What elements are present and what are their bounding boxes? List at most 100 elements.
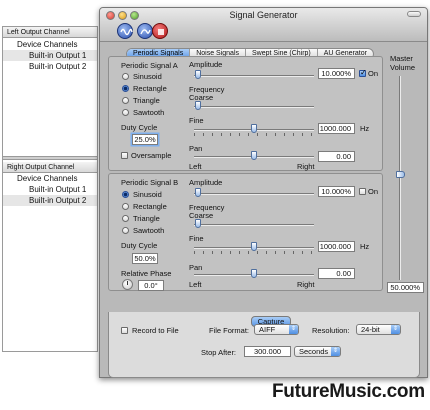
resolution-value: 24-bit <box>361 325 380 334</box>
signal-b-on-checkbox[interactable] <box>359 188 366 195</box>
signal-b-left-label: Left <box>189 280 202 289</box>
panel-splitter[interactable] <box>3 156 97 160</box>
popup-arrows-icon: ⇕ <box>331 347 340 356</box>
popup-arrows-icon: ⇕ <box>391 325 400 334</box>
signal-a-rectangle-label: Rectangle <box>133 84 167 93</box>
title-bar: Signal Generator <box>100 8 427 42</box>
stop-icon[interactable] <box>152 23 168 39</box>
stop-after-unit-value: Seconds <box>299 347 329 356</box>
signal-b-pan-label: Pan <box>189 263 203 272</box>
signal-b-sawtooth-label: Sawtooth <box>133 226 165 235</box>
signal-b-triangle-radio[interactable] <box>122 215 129 222</box>
periodic-signal-a-panel: Periodic Signal A Sinusoid Rectangle Tri… <box>108 56 383 171</box>
signal-a-triangle-label: Triangle <box>133 96 160 105</box>
left-output-channel-title: Left Output Channel <box>3 27 97 38</box>
signal-b-coarse-slider[interactable] <box>194 224 314 226</box>
periodic-signal-b-panel: Periodic Signal B Sinusoid Rectangle Tri… <box>108 173 383 291</box>
signal-a-amplitude-slider[interactable] <box>194 75 314 77</box>
master-volume-field[interactable]: 50.000% <box>387 282 424 293</box>
signal-a-amplitude-field[interactable]: 10.000% <box>318 68 355 79</box>
signal-b-rectangle-radio[interactable] <box>122 203 129 210</box>
signal-b-sawtooth-radio[interactable] <box>122 227 129 234</box>
right-output-channel-title: Right Output Channel <box>3 162 97 173</box>
file-format-value: AIFF <box>259 325 276 334</box>
signal-a-fine-ticks <box>194 133 314 136</box>
signal-b-frequency-field[interactable]: 1000.000 <box>318 241 355 252</box>
signal-a-sinusoid-radio[interactable] <box>122 73 129 80</box>
file-format-popup[interactable]: AIFF ⇕ <box>254 324 299 335</box>
signal-b-coarse-label: Coarse <box>189 211 214 220</box>
signal-a-sawtooth-label: Sawtooth <box>133 108 165 117</box>
signal-a-fine-label: Fine <box>189 116 204 125</box>
stop-after-label: Stop After: <box>201 348 237 357</box>
signal-b-amplitude-label: Amplitude <box>189 178 223 187</box>
signal-b-pan-thumb[interactable] <box>251 269 257 278</box>
signal-a-coarse-thumb[interactable] <box>195 101 201 110</box>
device-channels-header: Device Channels <box>17 174 78 183</box>
signal-a-hz-label: Hz <box>360 124 370 133</box>
oversample-checkbox[interactable] <box>121 152 128 159</box>
signal-a-sawtooth-radio[interactable] <box>122 109 129 116</box>
stop-after-unit-popup[interactable]: Seconds ⇕ <box>294 346 341 357</box>
futuremusic-watermark: FutureMusic.com <box>272 381 425 402</box>
relative-phase-label: Relative Phase <box>121 269 172 278</box>
master-label: Master <box>390 54 413 63</box>
signal-a-frequency-field[interactable]: 1000.000 <box>318 123 355 134</box>
signal-b-title: Periodic Signal B <box>121 178 179 187</box>
signal-a-on-label: On <box>368 69 379 78</box>
master-volume-slider[interactable] <box>399 76 401 280</box>
signal-b-triangle-label: Triangle <box>133 214 160 223</box>
signal-b-sinusoid-radio[interactable] <box>122 191 129 198</box>
oversample-label: Oversample <box>131 151 172 160</box>
signal-b-amplitude-field[interactable]: 10.000% <box>318 186 355 197</box>
signal-a-duty-cycle-label: Duty Cycle <box>121 123 158 132</box>
signal-b-fine-ticks <box>194 251 314 254</box>
signal-a-right-label: Right <box>297 162 315 171</box>
relative-phase-field[interactable]: 0.0° <box>138 280 164 291</box>
signal-b-rectangle-label: Rectangle <box>133 202 167 211</box>
signal-a-pan-field[interactable]: 0.00 <box>318 151 355 162</box>
signal-b-amplitude-slider[interactable] <box>194 193 314 195</box>
master-volume-thumb[interactable] <box>396 171 405 178</box>
left-channel-list: Device Channels Built-in Output 1 Built-… <box>3 39 97 72</box>
signal-a-title: Periodic Signal A <box>121 61 178 70</box>
signal-a-left-label: Left <box>189 162 202 171</box>
signal-a-on-checkbox[interactable] <box>359 68 367 77</box>
signal-a-rectangle-radio[interactable] <box>122 85 129 92</box>
signal-a-fine-thumb[interactable] <box>251 124 257 133</box>
relative-phase-knob[interactable] <box>122 279 133 290</box>
signal-a-pan-thumb[interactable] <box>251 151 257 160</box>
signal-b-coarse-thumb[interactable] <box>195 219 201 228</box>
output-channels-window: Left Output Channel Device Channels Buil… <box>2 26 98 352</box>
signal-b-on-label: On <box>368 187 379 196</box>
signal-a-triangle-radio[interactable] <box>122 97 129 104</box>
record-to-file-label: Record to File <box>132 326 179 335</box>
right-channel-item-output-2[interactable]: Built-in Output 2 <box>3 195 97 206</box>
signal-a-coarse-label: Coarse <box>189 93 214 102</box>
signal-a-coarse-slider[interactable] <box>194 106 314 108</box>
periodic-signal-icon[interactable] <box>117 23 133 39</box>
toolbar-toggle-button[interactable] <box>407 11 421 17</box>
signal-a-duty-cycle-field[interactable]: 25.0% <box>132 134 158 145</box>
signal-a-amplitude-label: Amplitude <box>189 60 223 69</box>
signal-b-amplitude-thumb[interactable] <box>195 188 201 197</box>
right-channel-item-output-1[interactable]: Built-in Output 1 <box>3 184 97 195</box>
left-channel-item-output-2[interactable]: Built-in Output 2 <box>3 61 97 72</box>
signal-b-right-label: Right <box>297 280 315 289</box>
capture-drawer: Capture Record to File File Format: AIFF… <box>108 312 420 378</box>
signal-a-sinusoid-label: Sinusoid <box>133 72 162 81</box>
signal-b-fine-thumb[interactable] <box>251 242 257 251</box>
left-channel-item-output-1[interactable]: Built-in Output 1 <box>3 50 97 61</box>
signal-b-fine-label: Fine <box>189 234 204 243</box>
signal-b-hz-label: Hz <box>360 242 370 251</box>
signal-b-duty-cycle-label: Duty Cycle <box>121 241 158 250</box>
signal-b-duty-cycle-field[interactable]: 50.0% <box>132 253 158 264</box>
chirp-icon[interactable] <box>137 23 153 39</box>
stop-after-field[interactable]: 300.000 <box>244 346 291 357</box>
signal-a-amplitude-thumb[interactable] <box>195 70 201 79</box>
resolution-popup[interactable]: 24-bit ⇕ <box>356 324 401 335</box>
record-to-file-checkbox[interactable] <box>121 327 128 334</box>
popup-arrows-icon: ⇕ <box>289 325 298 334</box>
device-channels-header: Device Channels <box>17 40 78 49</box>
signal-b-pan-field[interactable]: 0.00 <box>318 268 355 279</box>
